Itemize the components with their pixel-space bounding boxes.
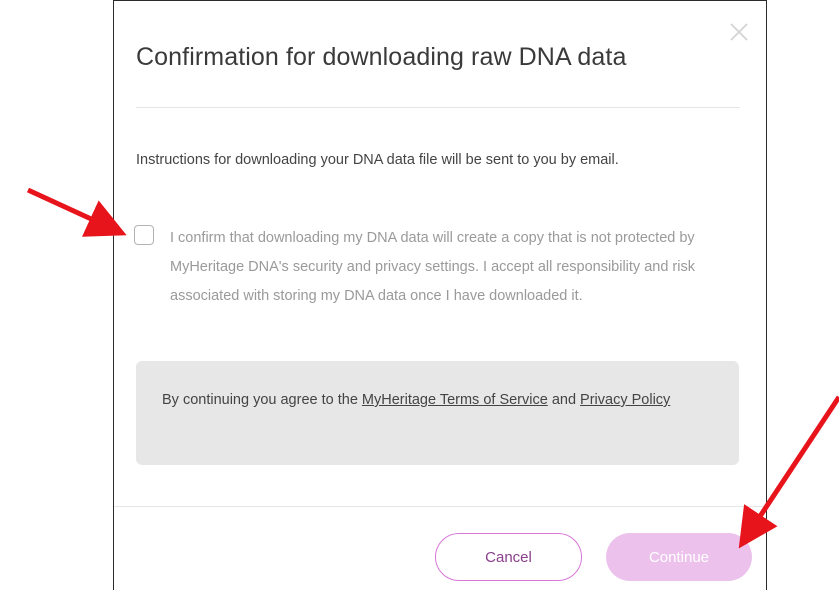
- download-confirmation-dialog: Confirmation for downloading raw DNA dat…: [113, 0, 767, 590]
- terms-notice: By continuing you agree to the MyHeritag…: [136, 361, 739, 465]
- terms-middle: and: [547, 392, 581, 408]
- terms-of-service-link[interactable]: MyHeritage Terms of Service: [362, 392, 548, 408]
- close-icon[interactable]: [728, 21, 750, 43]
- screenshot-stage: Confirmation for downloading raw DNA dat…: [0, 0, 839, 590]
- cancel-button[interactable]: Cancel: [435, 533, 582, 581]
- footer-divider: [114, 506, 766, 507]
- confirm-checkbox[interactable]: [134, 225, 154, 245]
- privacy-policy-link[interactable]: Privacy Policy: [580, 392, 670, 408]
- instructions-text: Instructions for downloading your DNA da…: [136, 152, 619, 168]
- confirm-checkbox-label[interactable]: I confirm that downloading my DNA data w…: [170, 224, 744, 311]
- title-divider: [136, 107, 740, 108]
- terms-prefix: By continuing you agree to the: [162, 392, 362, 408]
- continue-button[interactable]: Continue: [606, 533, 752, 581]
- dialog-title: Confirmation for downloading raw DNA dat…: [136, 43, 627, 71]
